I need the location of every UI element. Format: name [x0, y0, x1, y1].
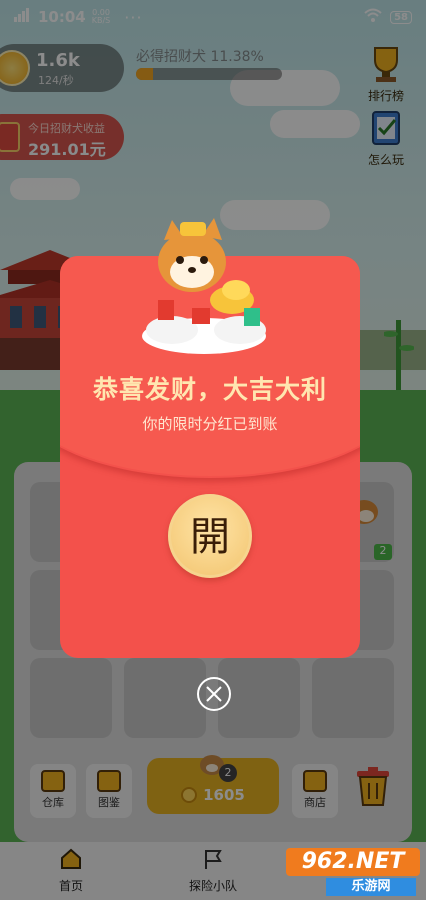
- envelope-title: 恭喜发财，大吉大利: [92, 375, 327, 404]
- watermark-brand: 962.NET: [286, 848, 420, 876]
- close-modal-button[interactable]: [196, 676, 232, 712]
- site-watermark: 962.NET 乐游网: [286, 848, 420, 896]
- open-envelope-button[interactable]: 開: [168, 494, 252, 578]
- envelope-subtitle: 你的限时分红已到账: [142, 415, 278, 433]
- lucky-dog-illustration: [142, 218, 266, 354]
- watermark-tagline: 乐游网: [326, 878, 416, 896]
